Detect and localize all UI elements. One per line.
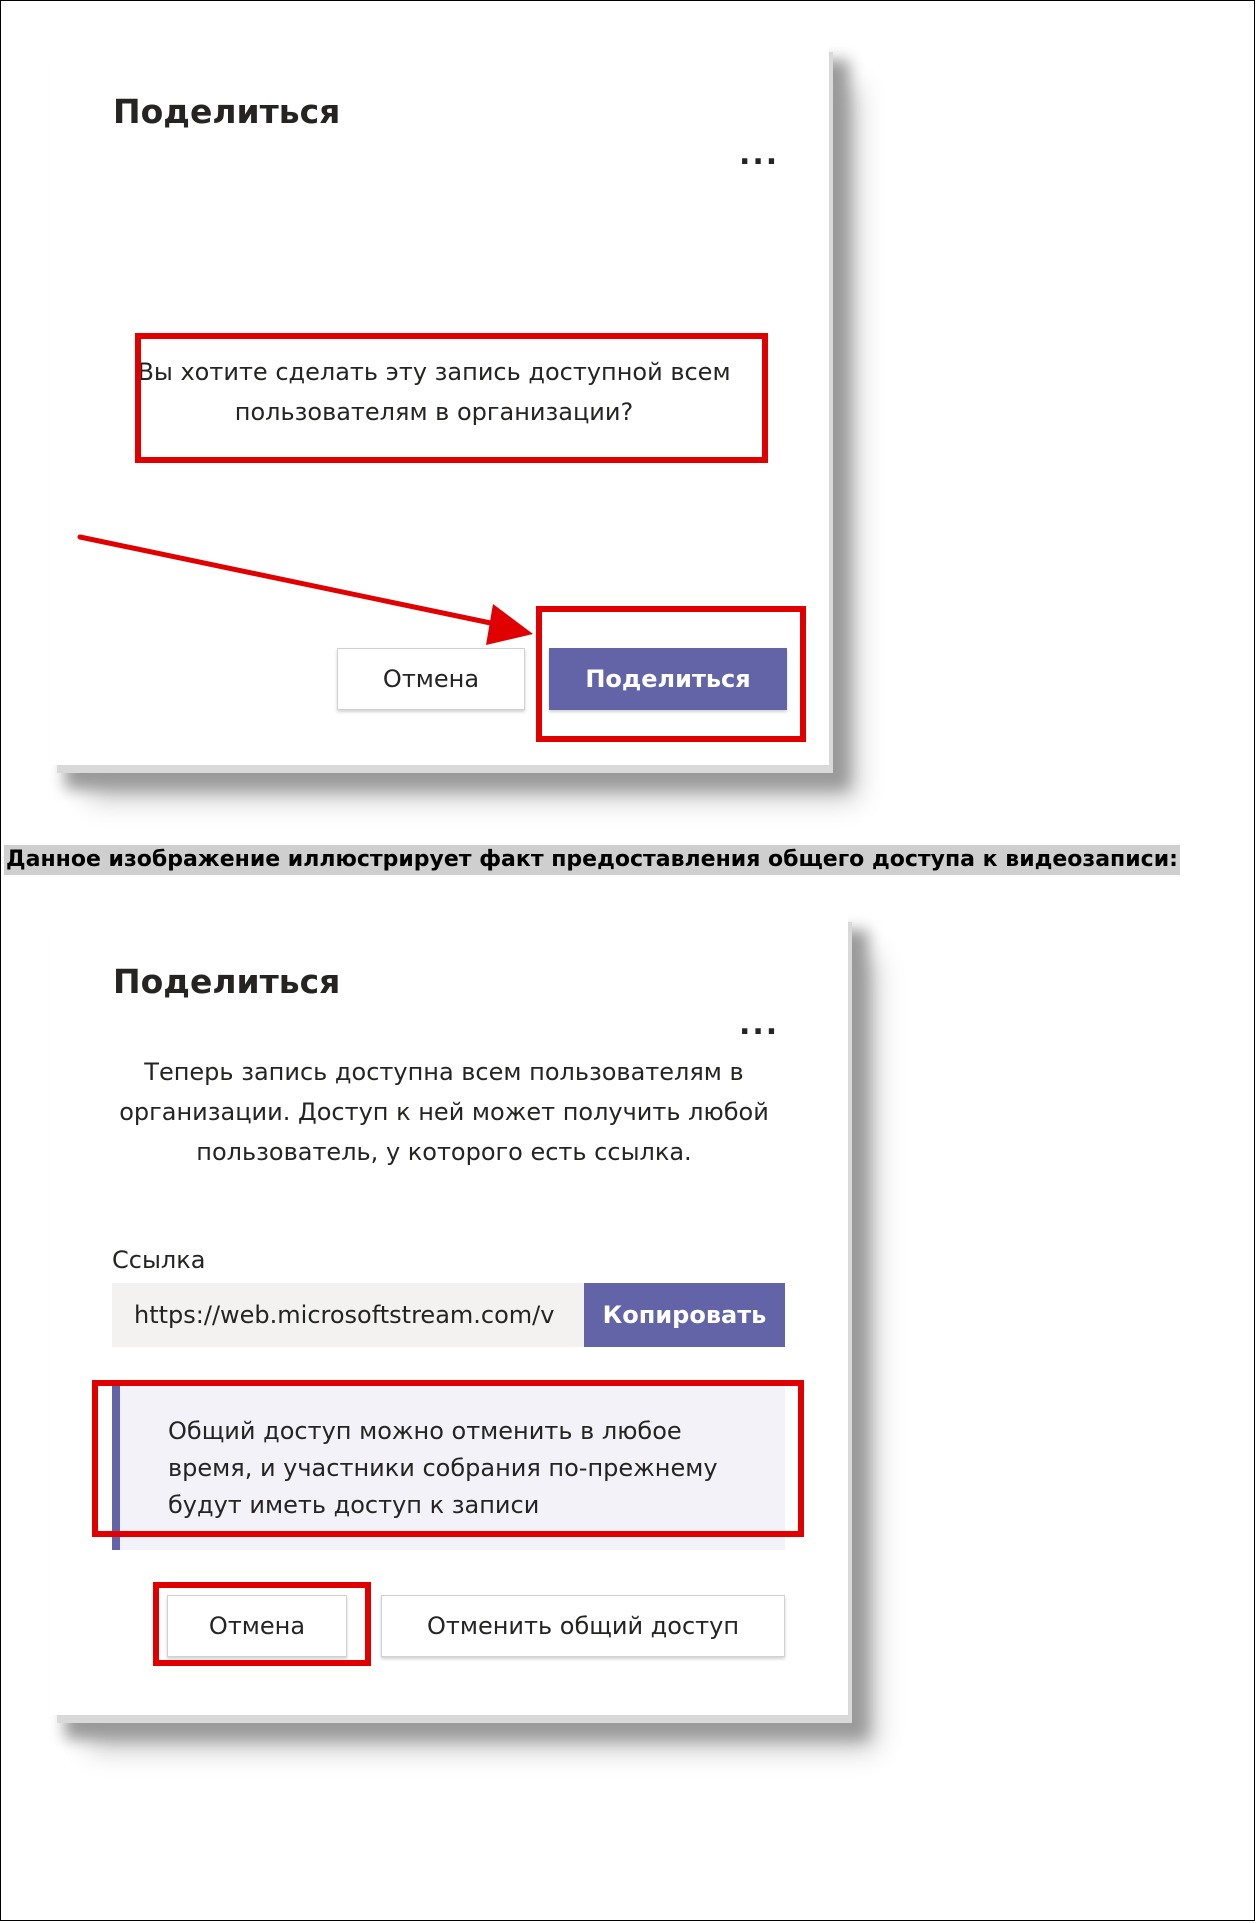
shared-message: Теперь запись доступна всем пользователя… [99,1052,789,1172]
arrow-head [486,604,533,645]
more-options-icon[interactable]: ... [739,1010,779,1040]
link-field[interactable]: https://web.microsoftstream.com/v [112,1283,584,1347]
unshare-button[interactable]: Отменить общий доступ [381,1595,785,1657]
copy-button[interactable]: Копировать [584,1283,785,1347]
shared-message-line: пользователь, у которого есть ссылка. [196,1138,692,1166]
highlight-frame-info [92,1380,804,1537]
link-field-value: https://web.microsoftstream.com/v [134,1301,555,1329]
highlight-frame-cancel-button [153,1582,371,1666]
arrow-shaft [77,534,508,629]
caption-text: Данное изображение иллюстрирует факт пре… [4,845,1180,875]
link-label: Ссылка [112,1246,206,1274]
shared-message-line: Теперь запись доступна всем пользователя… [144,1058,744,1086]
dialog-title: Поделиться [113,962,341,1001]
shared-message-line: организации. Доступ к ней может получить… [119,1098,769,1126]
